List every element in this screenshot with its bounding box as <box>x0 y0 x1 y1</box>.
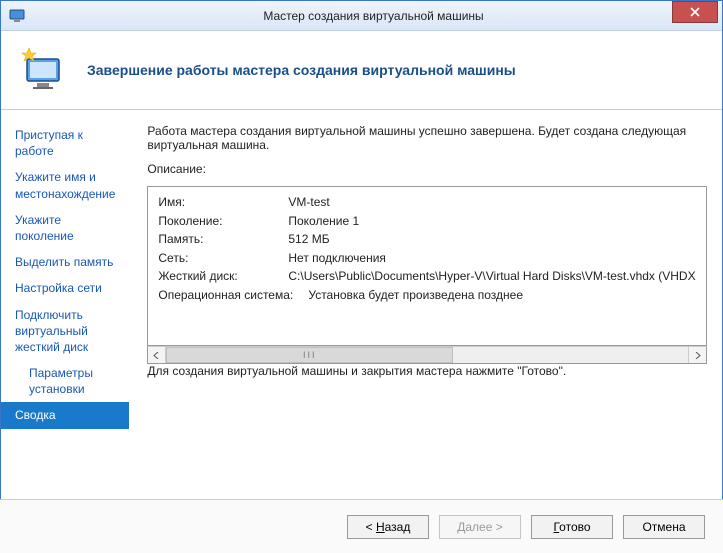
desc-key: Поколение: <box>158 212 288 231</box>
nav-item-5[interactable]: Подключить виртуальный жесткий диск <box>1 302 129 361</box>
wizard-icon <box>19 45 69 95</box>
nav-item-7[interactable]: Сводка <box>1 402 129 428</box>
next-button: Далее > <box>439 515 521 539</box>
finish-button[interactable]: Готово <box>531 515 613 539</box>
wizard-header: Завершение работы мастера создания вирту… <box>1 31 722 110</box>
scroll-right-icon[interactable] <box>688 347 706 363</box>
button-bar: < Назад Далее > Готово Отмена <box>0 499 723 553</box>
desc-row: Операционная система:Установка будет про… <box>158 286 695 305</box>
scroll-track[interactable]: III <box>166 347 687 363</box>
desc-row: Память:512 МБ <box>158 230 695 249</box>
desc-val: 512 МБ <box>288 230 695 249</box>
desc-val: Установка будет произведена позднее <box>308 286 695 305</box>
window-title: Мастер создания виртуальной машины <box>25 9 722 23</box>
desc-key: Имя: <box>158 193 288 212</box>
nav-item-0[interactable]: Приступая к работе <box>1 122 129 164</box>
nav-item-4[interactable]: Настройка сети <box>1 275 129 301</box>
desc-row: Имя:VM-test <box>158 193 695 212</box>
desc-val: VM-test <box>288 193 695 212</box>
horizontal-scrollbar[interactable]: III <box>147 346 706 364</box>
footer-note: Для создания виртуальной машины и закрыт… <box>147 364 706 378</box>
description-box: Имя:VM-testПоколение:Поколение 1Память:5… <box>147 186 706 346</box>
desc-val: C:\Users\Public\Documents\Hyper-V\Virtua… <box>288 267 695 286</box>
desc-val: Поколение 1 <box>288 212 695 231</box>
wizard-content: Работа мастера создания виртуальной маши… <box>129 110 723 528</box>
desc-key: Сеть: <box>158 249 288 268</box>
description-label: Описание: <box>147 162 706 176</box>
wizard-nav: Приступая к работеУкажите имя и местонах… <box>1 110 129 528</box>
page-title: Завершение работы мастера создания вирту… <box>87 62 516 78</box>
desc-row: Сеть:Нет подключения <box>158 249 695 268</box>
cancel-button[interactable]: Отмена <box>623 515 705 539</box>
back-button[interactable]: < Назад <box>347 515 429 539</box>
intro-text: Работа мастера создания виртуальной маши… <box>147 124 706 152</box>
desc-key: Жесткий диск: <box>158 267 288 286</box>
nav-item-2[interactable]: Укажите поколение <box>1 207 129 249</box>
nav-item-3[interactable]: Выделить память <box>1 249 129 275</box>
nav-item-6[interactable]: Параметры установки <box>1 360 129 402</box>
desc-val: Нет подключения <box>288 249 695 268</box>
scroll-left-icon[interactable] <box>148 347 166 363</box>
scroll-thumb[interactable]: III <box>166 347 453 363</box>
desc-row: Поколение:Поколение 1 <box>158 212 695 231</box>
app-icon <box>9 8 25 24</box>
titlebar: Мастер создания виртуальной машины <box>1 1 722 31</box>
desc-key: Операционная система: <box>158 286 308 305</box>
desc-row: Жесткий диск:C:\Users\Public\Documents\H… <box>158 267 695 286</box>
close-button[interactable] <box>672 1 718 23</box>
desc-key: Память: <box>158 230 288 249</box>
nav-item-1[interactable]: Укажите имя и местонахождение <box>1 164 129 206</box>
